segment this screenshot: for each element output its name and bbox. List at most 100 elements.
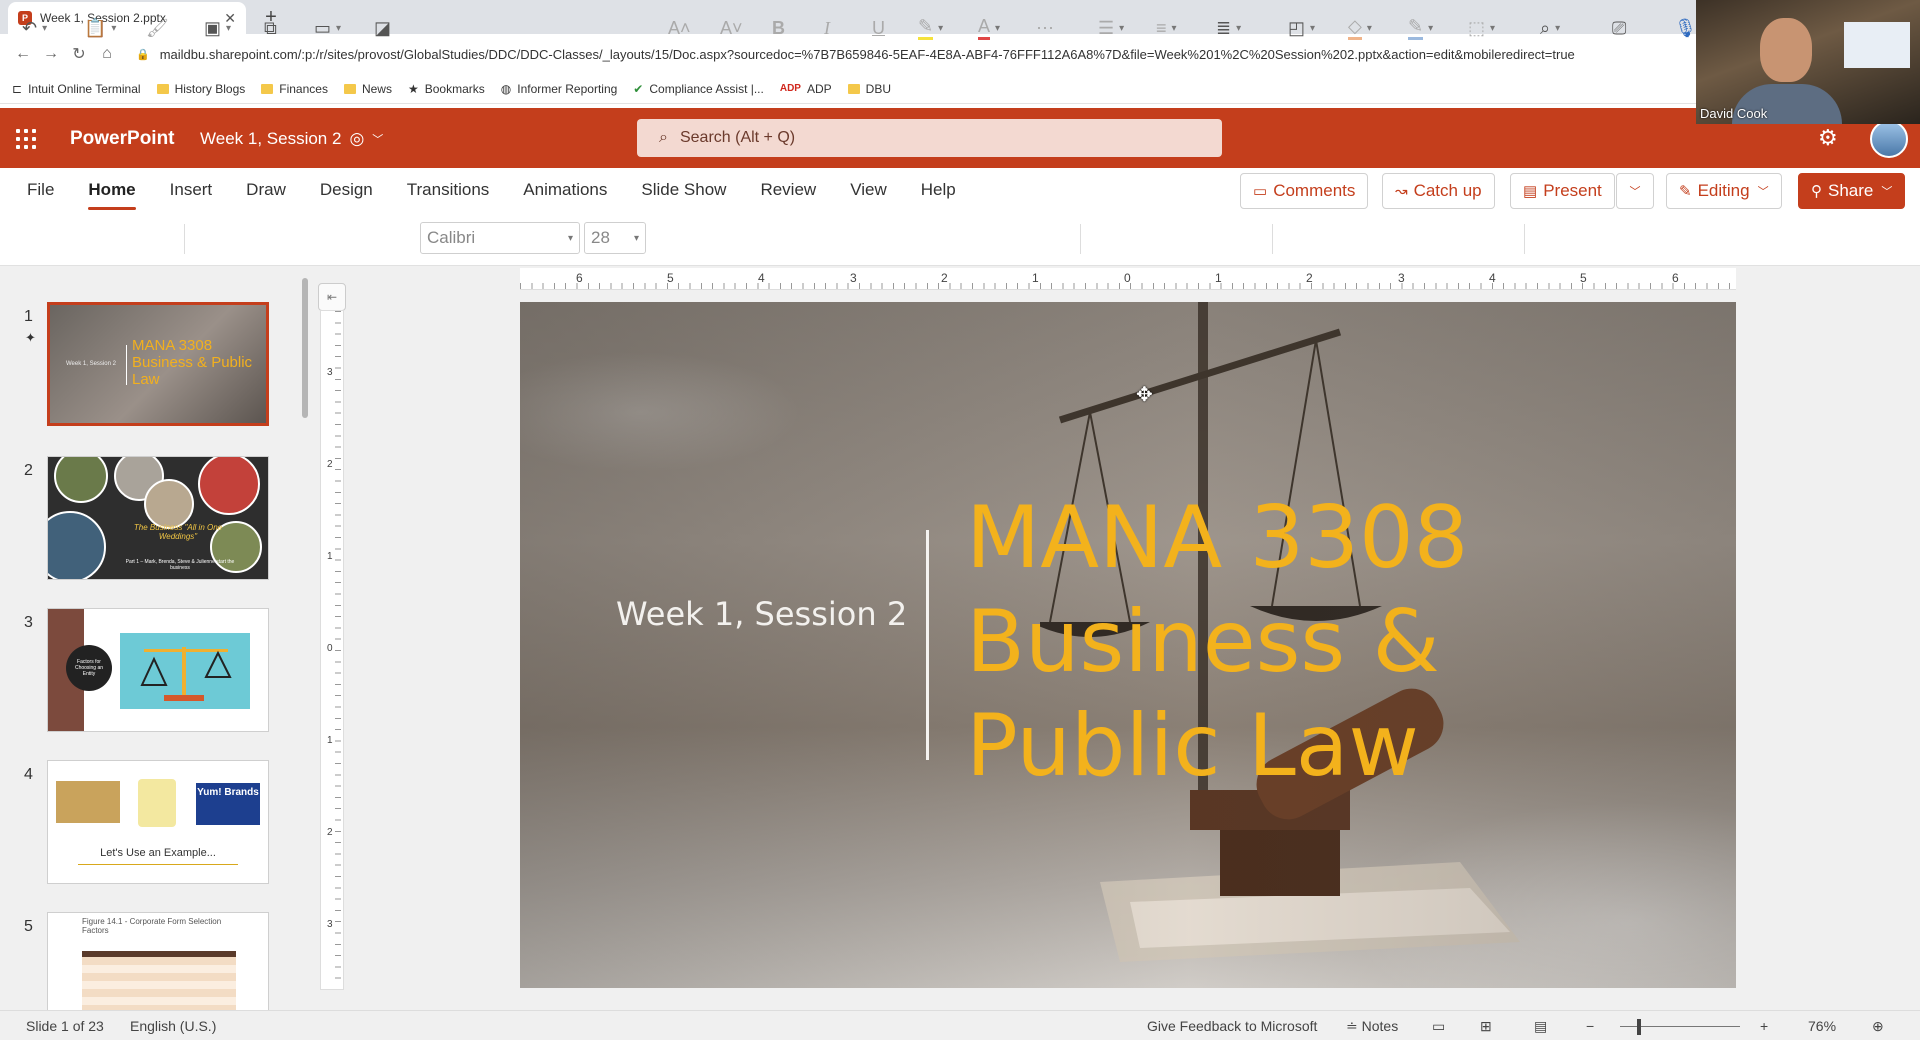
tab-transitions[interactable]: Transitions — [407, 174, 490, 206]
bookmark-item[interactable]: ★ Bookmarks — [408, 82, 485, 96]
slide-subtitle[interactable]: Week 1, Session 2 — [616, 595, 907, 633]
slide-thumbnail[interactable]: Week 1, Session 2 MANA 3308 Business & P… — [47, 302, 269, 426]
slide-thumbnail-item[interactable]: 1 ✦ Week 1, Session 2 MANA 3308 Business… — [0, 302, 310, 434]
slide-count: Slide 1 of 23 — [26, 1018, 104, 1034]
highlight-button[interactable]: ✎ ▾ — [918, 14, 943, 42]
bookmark-item[interactable]: ✔ Compliance Assist |... — [633, 82, 764, 96]
language-indicator[interactable]: English (U.S.) — [130, 1018, 216, 1034]
underline-button[interactable]: U — [872, 14, 885, 42]
thumbnail-photo — [48, 511, 106, 579]
slide-canvas[interactable]: Week 1, Session 2 MANA 3308 Business & P… — [520, 302, 1736, 988]
align-button[interactable]: ≣ ▾ — [1216, 14, 1241, 42]
slide-thumbnail-item[interactable]: 5 Figure 14.1 - Corporate Form Selection… — [0, 912, 310, 1010]
find-button[interactable]: ⌕ ▾ — [1540, 14, 1560, 42]
bookmark-item[interactable]: News — [343, 82, 392, 96]
tab-animations[interactable]: Animations — [523, 174, 607, 206]
present-button[interactable]: ▤ Present — [1510, 173, 1615, 209]
slide-thumbnail-item[interactable]: 2 The Business "All in One Weddings" Par… — [0, 456, 310, 588]
tab-home[interactable]: Home — [88, 174, 136, 210]
tab-draw[interactable]: Draw — [246, 174, 286, 206]
bullets-icon: ☰ — [1098, 17, 1115, 38]
editing-mode-button[interactable]: ✎ Editing ﹀ — [1666, 173, 1782, 209]
collapse-pane-button[interactable]: ⇤ — [318, 283, 346, 311]
slide-thumbnail[interactable]: Yum! Brands Let's Use an Example... — [47, 760, 269, 884]
chevron-down-icon: ▾ — [1171, 22, 1177, 34]
comments-button[interactable]: ▭ Comments — [1240, 173, 1369, 209]
format-painter-button[interactable]: 🖌 — [146, 14, 169, 42]
app-launcher-icon[interactable] — [16, 129, 36, 149]
zoom-level[interactable]: 76% — [1808, 1018, 1836, 1034]
zoom-out-button[interactable]: − — [1586, 1018, 1594, 1034]
font-color-icon: A — [978, 16, 991, 40]
feedback-link[interactable]: Give Feedback to Microsoft — [1147, 1018, 1317, 1034]
thumbnail-photo — [56, 781, 120, 823]
zoom-in-button[interactable]: + — [1760, 1018, 1768, 1034]
font-size-select[interactable]: 28 ▾ — [584, 222, 646, 254]
bookmark-item[interactable]: History Blogs — [156, 82, 245, 96]
slide-sorter-button[interactable]: ⊞ — [1480, 1018, 1492, 1035]
catch-up-button[interactable]: ↝ Catch up — [1382, 173, 1495, 209]
back-button[interactable]: ← — [10, 41, 36, 67]
slide-thumbnail-item[interactable]: 4 Yum! Brands Let's Use an Example... — [0, 760, 310, 892]
reading-view-button[interactable]: ▤ — [1534, 1018, 1547, 1035]
shape-outline-button[interactable]: ✎ ▾ — [1408, 14, 1433, 42]
tab-design[interactable]: Design — [320, 174, 373, 206]
reload-button[interactable]: ↻ — [66, 41, 92, 67]
ruler-label: 6 — [1672, 271, 1679, 285]
tab-file[interactable]: File — [27, 174, 54, 206]
folder-icon — [343, 83, 356, 94]
italic-button[interactable]: I — [824, 14, 830, 42]
designer-button[interactable]: ⎚ — [1612, 14, 1626, 42]
fit-slide-button[interactable]: ⊕ — [1872, 1018, 1884, 1035]
bookmark-item[interactable]: ADP ADP — [780, 82, 832, 96]
slide-title[interactable]: MANA 3308 Business & Public Law — [966, 486, 1706, 798]
thumbnail-scrollbar[interactable] — [302, 278, 308, 418]
share-button[interactable]: ⚲ Share ﹀ — [1798, 173, 1906, 209]
gear-icon[interactable]: ⚙ — [1818, 125, 1838, 151]
bookmark-item[interactable]: ◍ Informer Reporting — [501, 82, 618, 96]
reuse-slides-button[interactable]: ⧉ — [264, 14, 277, 42]
slide-thumbnail[interactable]: The Business "All in One Weddings" Part … — [47, 456, 269, 580]
shape-fill-button[interactable]: ◇ ▾ — [1348, 14, 1372, 42]
font-name-select[interactable]: Calibri ▾ — [420, 222, 580, 254]
tab-view[interactable]: View — [850, 174, 887, 206]
avatar[interactable] — [1870, 120, 1908, 158]
increase-font-size-button[interactable]: A˄ — [668, 14, 691, 42]
bookmark-item[interactable]: Finances — [261, 82, 328, 96]
numbering-button[interactable]: ≡ ▾ — [1156, 14, 1177, 42]
shapes-button[interactable]: ◰ ▾ — [1288, 14, 1315, 42]
undo-button[interactable]: ↶ ▾ — [22, 14, 47, 42]
tab-insert[interactable]: Insert — [170, 174, 213, 206]
bullets-button[interactable]: ☰ ▾ — [1098, 14, 1124, 42]
url-field[interactable]: 🔒 maildbu.sharepoint.com/:p:/r/sites/pro… — [136, 47, 1666, 62]
forward-button[interactable]: → — [38, 41, 64, 67]
slide-thumbnail[interactable]: Figure 14.1 - Corporate Form Selection F… — [47, 912, 269, 1010]
format-background-button[interactable]: ◪ — [374, 14, 391, 42]
shape-effects-button[interactable]: ⬚ ▾ — [1468, 14, 1495, 42]
new-slide-button[interactable]: ▣ ▾ — [204, 14, 231, 42]
layout-button[interactable]: ▭ ▾ — [314, 14, 341, 42]
document-title[interactable]: Week 1, Session 2 ◎ ﹀ — [200, 129, 383, 149]
slide-thumbnail-item[interactable]: 3 Factors for Choosing an Entity — [0, 608, 310, 740]
tab-slide-show[interactable]: Slide Show — [641, 174, 726, 206]
toolbar-divider — [1080, 224, 1081, 254]
undo-icon: ↶ — [22, 17, 38, 38]
present-options-button[interactable]: ﹀ — [1616, 173, 1654, 209]
home-button[interactable]: ⌂ — [94, 41, 120, 67]
slide-thumbnail[interactable]: Factors for Choosing an Entity — [47, 608, 269, 732]
decrease-font-size-button[interactable]: A˅ — [720, 14, 743, 42]
designer-icon: ⎚ — [1612, 17, 1627, 38]
tab-help[interactable]: Help — [921, 174, 956, 206]
font-color-button[interactable]: A ▾ — [978, 14, 1000, 42]
normal-view-button[interactable]: ▭ — [1432, 1018, 1445, 1035]
bold-button[interactable]: B — [772, 14, 785, 42]
app-name[interactable]: PowerPoint — [70, 128, 175, 150]
search-input[interactable]: ⌕ Search (Alt + Q) — [637, 119, 1222, 157]
bookmark-item[interactable]: ⊏ Intuit Online Terminal — [12, 82, 141, 96]
paste-button[interactable]: 📋 ▾ — [84, 14, 116, 42]
more-font-options-button[interactable]: ⋯ — [1036, 14, 1054, 42]
zoom-slider-handle[interactable] — [1637, 1019, 1641, 1035]
notes-button[interactable]: ≐ Notes — [1346, 1018, 1398, 1035]
tab-review[interactable]: Review — [760, 174, 816, 206]
bookmark-item[interactable]: DBU — [847, 82, 891, 96]
